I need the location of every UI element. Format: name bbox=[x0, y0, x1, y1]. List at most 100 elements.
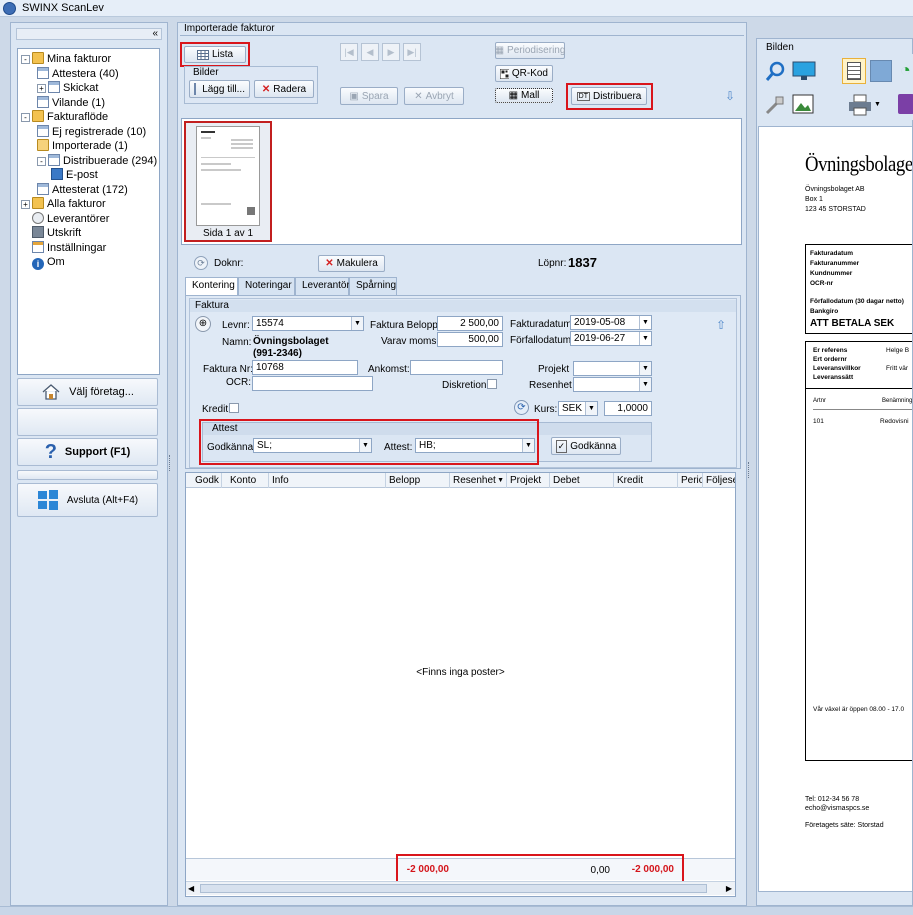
scroll-left-icon[interactable]: ◀ bbox=[188, 884, 194, 893]
exchange-refresh-icon[interactable]: ⟳ bbox=[514, 400, 529, 415]
nav-item[interactable]: i Om bbox=[21, 255, 65, 270]
preview-address-line: 123 45 STORSTAD bbox=[805, 206, 866, 213]
previous-page-icon[interactable]: ◀ bbox=[361, 43, 379, 61]
delete-image-button[interactable]: ✕ Radera bbox=[254, 80, 314, 98]
nav-item[interactable]: Utskrift bbox=[21, 226, 81, 240]
save-image-icon[interactable] bbox=[898, 94, 913, 114]
diskretion-checkbox[interactable] bbox=[487, 379, 497, 389]
collapse-nav-button[interactable]: « bbox=[16, 28, 162, 40]
cancel-button[interactable]: ✕ Avbryt bbox=[404, 87, 464, 105]
tab-kontering[interactable]: Kontering bbox=[185, 277, 238, 295]
col-foljesed[interactable]: Följesed bbox=[703, 473, 735, 488]
distribute-button[interactable]: DT Distribuera bbox=[571, 87, 647, 105]
left-splitter[interactable] bbox=[169, 455, 173, 471]
page-thumbnail[interactable]: Sida 1 av 1 bbox=[184, 121, 272, 242]
nav-item[interactable]: Vilande (1) bbox=[37, 95, 105, 110]
ocr-field[interactable] bbox=[252, 376, 373, 391]
support-button[interactable]: ? Support (F1) bbox=[17, 438, 158, 466]
chevron-down-icon[interactable]: ▼ bbox=[359, 439, 371, 452]
nav-item[interactable]: + Alla fakturor bbox=[21, 197, 106, 211]
chevron-down-icon[interactable]: ▼ bbox=[351, 317, 363, 330]
tree-expander-icon[interactable]: + bbox=[37, 84, 46, 93]
tab-leverantor[interactable]: Leverantör bbox=[295, 277, 350, 295]
tab-noteringar[interactable]: Noteringar bbox=[238, 277, 295, 295]
col-info[interactable]: Info bbox=[269, 473, 386, 488]
chevron-down-icon[interactable]: ▼ bbox=[639, 332, 651, 345]
page-view-icon[interactable] bbox=[842, 58, 866, 84]
projekt-field[interactable]: ▼ bbox=[573, 361, 652, 376]
fit-page-icon[interactable] bbox=[870, 60, 892, 82]
chevron-down-icon[interactable]: ▼ bbox=[639, 378, 651, 391]
ankomst-field[interactable] bbox=[410, 360, 503, 375]
first-page-icon[interactable]: |◀ bbox=[340, 43, 358, 61]
attest-field[interactable]: HB; ▼ bbox=[415, 438, 535, 453]
nav-item[interactable]: Attestera (40) bbox=[37, 66, 119, 81]
nav-item[interactable]: - Fakturaflöde bbox=[21, 110, 108, 124]
expand-down-icon[interactable]: ⇩ bbox=[725, 89, 735, 103]
currency-field[interactable]: SEK ▼ bbox=[558, 401, 598, 416]
void-button[interactable]: ✕ Makulera bbox=[318, 255, 385, 272]
tree-expander-icon[interactable]: - bbox=[21, 113, 30, 122]
tree-expander-icon[interactable]: + bbox=[21, 200, 30, 209]
scrollbar-thumb[interactable] bbox=[200, 884, 707, 893]
template-button[interactable]: ▦ Mall bbox=[495, 88, 553, 103]
tree-expander-icon[interactable]: - bbox=[21, 55, 30, 64]
exit-button[interactable]: Avsluta (Alt+F4) bbox=[17, 483, 158, 517]
forfallodatum-field[interactable]: 2019-06-27 ▼ bbox=[570, 331, 652, 346]
rate-field[interactable]: 1,0000 bbox=[604, 401, 652, 416]
scroll-right-icon[interactable]: ▶ bbox=[726, 884, 732, 893]
list-button[interactable]: Lista bbox=[184, 46, 246, 63]
kredit-checkbox[interactable] bbox=[229, 403, 239, 413]
nav-item[interactable]: Leverantörer bbox=[21, 211, 109, 226]
levnr-field[interactable]: 15574 ▼ bbox=[252, 316, 364, 331]
nav-item[interactable]: - Mina fakturor bbox=[21, 52, 111, 66]
qr-code-button[interactable]: QR-Kod bbox=[495, 65, 553, 82]
col-konto[interactable]: Konto bbox=[227, 473, 269, 488]
chevron-down-icon[interactable]: ▼ bbox=[522, 439, 534, 452]
col-belopp[interactable]: Belopp bbox=[386, 473, 450, 488]
chevron-down-icon[interactable]: ▼ bbox=[585, 402, 597, 415]
accrual-button[interactable]: ▦ Periodisering bbox=[495, 42, 565, 59]
resenhet-field[interactable]: ▼ bbox=[573, 377, 652, 392]
col-godk[interactable]: Godk bbox=[192, 473, 222, 488]
col-resenhet[interactable]: Resenhet ▼ bbox=[450, 473, 507, 488]
fakturanr-field[interactable]: 10768 bbox=[252, 360, 358, 375]
nav-item[interactable]: + Skickat bbox=[37, 81, 98, 95]
choose-company-button[interactable]: Välj företag... bbox=[17, 378, 158, 406]
tab-sparning[interactable]: Spårning bbox=[349, 277, 397, 295]
approve-button[interactable]: ✓ Godkänna bbox=[551, 437, 621, 455]
nav-item[interactable]: Ej registrerade (10) bbox=[37, 124, 146, 139]
moms-field[interactable]: 500,00 bbox=[437, 332, 503, 347]
chevron-down-icon[interactable]: ▼ bbox=[639, 362, 651, 375]
collapse-up-icon[interactable]: ⇧ bbox=[716, 318, 726, 332]
add-image-button[interactable]: Lägg till... bbox=[189, 80, 250, 98]
godkanna-field[interactable]: SL; ▼ bbox=[253, 438, 372, 453]
next-page-icon[interactable]: ▶ bbox=[382, 43, 400, 61]
tree-expander-icon[interactable]: - bbox=[37, 156, 46, 166]
nav-item[interactable]: Attesterat (172) bbox=[37, 182, 128, 197]
col-projekt[interactable]: Projekt bbox=[507, 473, 550, 488]
nav-item[interactable]: Inställningar bbox=[21, 240, 106, 255]
printer-icon[interactable] bbox=[848, 94, 872, 116]
refresh-icon[interactable]: ⟳ bbox=[194, 256, 208, 270]
last-page-icon[interactable]: ▶| bbox=[403, 43, 421, 61]
fakturadatum-field[interactable]: 2019-05-08 ▼ bbox=[570, 315, 652, 330]
belopp-field[interactable]: 2 500,00 bbox=[437, 316, 503, 331]
magnifier-icon[interactable] bbox=[764, 60, 786, 82]
col-kredit[interactable]: Kredit bbox=[614, 473, 678, 488]
zoom-icon[interactable]: ◔ bbox=[900, 60, 913, 82]
tools-icon[interactable] bbox=[764, 94, 786, 116]
save-button[interactable]: ▣ Spara bbox=[340, 87, 398, 105]
nav-item[interactable]: Importerade (1) bbox=[37, 139, 128, 153]
image-icon[interactable] bbox=[792, 94, 814, 116]
horizontal-scrollbar[interactable]: ◀ ▶ bbox=[186, 881, 735, 895]
right-splitter[interactable] bbox=[748, 462, 752, 478]
chevron-down-icon[interactable]: ▼ bbox=[874, 101, 881, 108]
chevron-down-icon[interactable]: ▼ bbox=[639, 316, 651, 329]
monitor-icon[interactable] bbox=[792, 61, 816, 81]
nav-item[interactable]: E-post bbox=[51, 168, 98, 182]
nav-item[interactable]: - Distribuerade (294) bbox=[37, 153, 157, 168]
col-debet[interactable]: Debet bbox=[550, 473, 614, 488]
supplier-lookup-icon[interactable]: ⊕ bbox=[195, 316, 211, 332]
col-period[interactable]: Period bbox=[678, 473, 703, 488]
